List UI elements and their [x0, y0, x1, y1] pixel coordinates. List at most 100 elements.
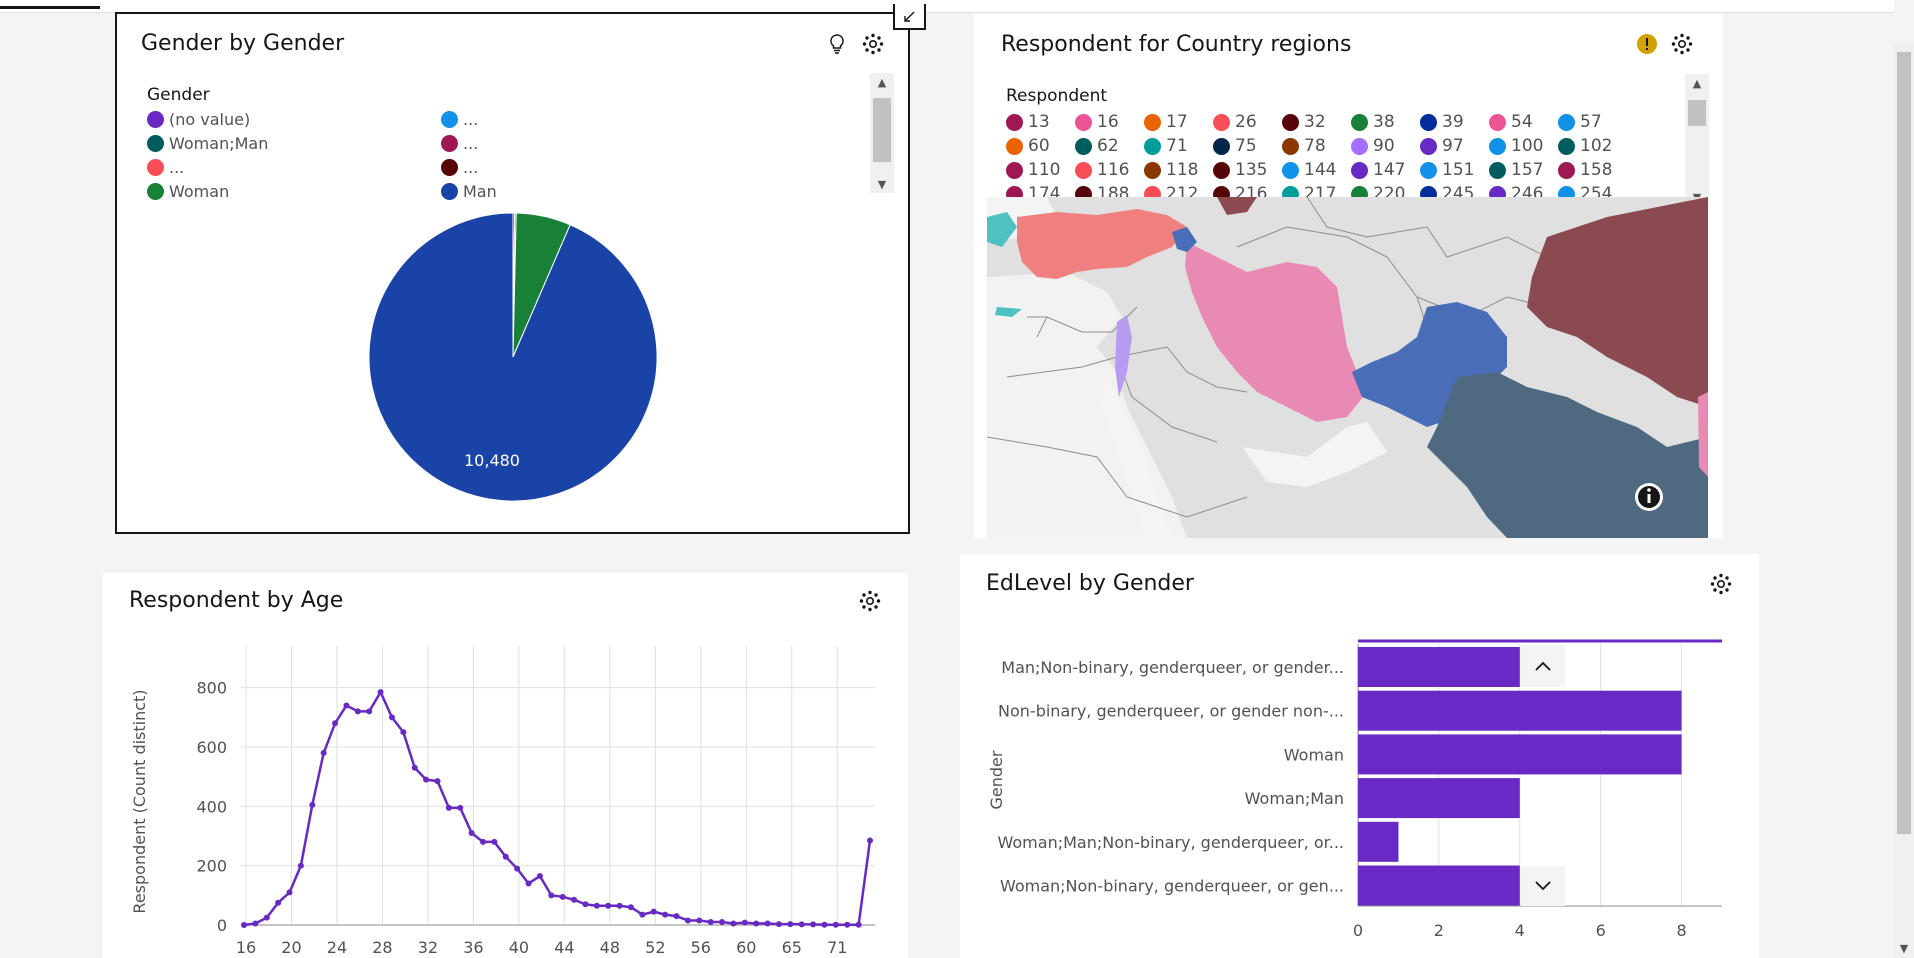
data-point[interactable]: [502, 853, 509, 860]
data-point[interactable]: [332, 720, 339, 727]
data-point[interactable]: [662, 911, 669, 918]
data-point[interactable]: [468, 830, 475, 837]
chevron-down-icon[interactable]: [1521, 866, 1565, 906]
data-point[interactable]: [832, 921, 839, 928]
data-point[interactable]: [480, 838, 487, 845]
data-point[interactable]: [400, 729, 407, 736]
line-chart[interactable]: 0 200 400 600 800 16 20 24 28 32 36 40 44 48 52 56 60 65 7…: [103, 573, 908, 958]
expand-handle[interactable]: [893, 4, 926, 30]
legend-item[interactable]: 100: [1489, 136, 1543, 156]
page-scroll-thumb[interactable]: [1897, 52, 1911, 834]
warning-icon[interactable]: [1634, 31, 1660, 57]
legend-item[interactable]: 158: [1558, 160, 1612, 180]
data-point[interactable]: [741, 919, 748, 926]
data-point[interactable]: [320, 749, 327, 756]
data-point[interactable]: [855, 921, 862, 928]
data-point[interactable]: [673, 913, 680, 920]
data-point[interactable]: [434, 778, 441, 785]
data-point[interactable]: [730, 920, 737, 927]
data-point[interactable]: [525, 880, 532, 887]
page-scrollbar[interactable]: ▼: [1894, 42, 1914, 958]
data-point[interactable]: [366, 708, 373, 715]
data-point[interactable]: [286, 889, 293, 896]
legend-item[interactable]: 71: [1144, 136, 1188, 156]
region-bangladesh[interactable]: [1698, 392, 1708, 477]
legend-scrollbar[interactable]: ▲ ▼: [1685, 74, 1709, 206]
data-point[interactable]: [491, 838, 498, 845]
data-point[interactable]: [309, 801, 316, 808]
data-point[interactable]: [707, 919, 714, 926]
data-point[interactable]: [445, 804, 452, 811]
data-point[interactable]: [616, 902, 623, 909]
legend-item[interactable]: 32: [1282, 112, 1326, 132]
data-point[interactable]: [548, 892, 555, 899]
scroll-up-icon[interactable]: ▲: [1685, 74, 1709, 92]
data-point[interactable]: [867, 837, 873, 844]
bar[interactable]: [1358, 778, 1520, 819]
data-point[interactable]: [559, 893, 566, 900]
data-point[interactable]: [593, 902, 600, 909]
legend-item[interactable]: 157: [1489, 160, 1543, 180]
data-point[interactable]: [354, 708, 361, 715]
legend-item[interactable]: 135: [1213, 160, 1267, 180]
data-point[interactable]: [571, 896, 578, 903]
data-point[interactable]: [457, 804, 464, 811]
legend-item[interactable]: 13: [1006, 112, 1050, 132]
data-point[interactable]: [810, 921, 817, 928]
bar[interactable]: [1358, 734, 1682, 775]
data-point[interactable]: [514, 865, 521, 872]
data-point[interactable]: [764, 920, 771, 927]
info-icon[interactable]: [1635, 483, 1663, 511]
data-point[interactable]: [241, 922, 247, 928]
data-point[interactable]: [696, 917, 703, 924]
data-point[interactable]: [297, 862, 304, 869]
legend-item[interactable]: 57: [1558, 112, 1602, 132]
legend-item[interactable]: 60: [1006, 136, 1050, 156]
legend-item[interactable]: 54: [1489, 112, 1533, 132]
legend-item[interactable]: 118: [1144, 160, 1198, 180]
data-point[interactable]: [377, 689, 384, 696]
choropleth-map[interactable]: [987, 197, 1708, 538]
legend-item[interactable]: 17: [1144, 112, 1188, 132]
legend-item[interactable]: 102: [1558, 136, 1612, 156]
legend-item[interactable]: 110: [1006, 160, 1060, 180]
data-point[interactable]: [753, 920, 760, 927]
data-point[interactable]: [650, 908, 657, 915]
data-point[interactable]: [263, 914, 270, 921]
edlevel-by-gender-card[interactable]: EdLevel by Gender 0 2 4 6 8 Gender Man;Non-bin…: [960, 554, 1759, 958]
data-point[interactable]: [821, 921, 828, 928]
legend-item[interactable]: 39: [1420, 112, 1464, 132]
legend-item[interactable]: 97: [1420, 136, 1464, 156]
data-point[interactable]: [411, 764, 418, 771]
data-point[interactable]: [252, 920, 259, 927]
legend-item[interactable]: 147: [1351, 160, 1405, 180]
pie-chart[interactable]: 10,480: [117, 14, 908, 532]
respondent-by-age-card[interactable]: Respondent by Age 0 200 400 600 800 16 20 24 28 3…: [103, 573, 908, 958]
gender-by-gender-card[interactable]: Gender by Gender Gender (no value)... Wom…: [115, 12, 910, 534]
legend-item[interactable]: 78: [1282, 136, 1326, 156]
data-point[interactable]: [388, 714, 395, 721]
legend-item[interactable]: 16: [1075, 112, 1119, 132]
data-point[interactable]: [423, 776, 430, 783]
scroll-down-icon[interactable]: ▼: [1894, 938, 1914, 958]
legend-item[interactable]: 75: [1213, 136, 1257, 156]
data-point[interactable]: [798, 921, 805, 928]
legend-item[interactable]: 144: [1282, 160, 1336, 180]
data-point[interactable]: [536, 873, 543, 880]
data-point[interactable]: [684, 917, 691, 924]
legend-item[interactable]: 62: [1075, 136, 1119, 156]
chevron-up-icon[interactable]: [1521, 645, 1565, 687]
data-point[interactable]: [627, 904, 634, 911]
data-point[interactable]: [605, 902, 612, 909]
bar[interactable]: [1358, 647, 1520, 687]
settings-icon[interactable]: [1669, 31, 1695, 57]
respondent-country-regions-card[interactable]: Respondent for Country regions Responden…: [974, 14, 1723, 538]
bar[interactable]: [1358, 821, 1399, 862]
scroll-thumb[interactable]: [1688, 100, 1706, 126]
bar-chart[interactable]: 0 2 4 6 8 Gender Man;Non-binary, genderqueer, …: [960, 554, 1759, 958]
data-point[interactable]: [844, 921, 851, 928]
data-point[interactable]: [787, 921, 794, 928]
data-point[interactable]: [719, 919, 726, 926]
legend-item[interactable]: 116: [1075, 160, 1129, 180]
legend-item[interactable]: 26: [1213, 112, 1257, 132]
